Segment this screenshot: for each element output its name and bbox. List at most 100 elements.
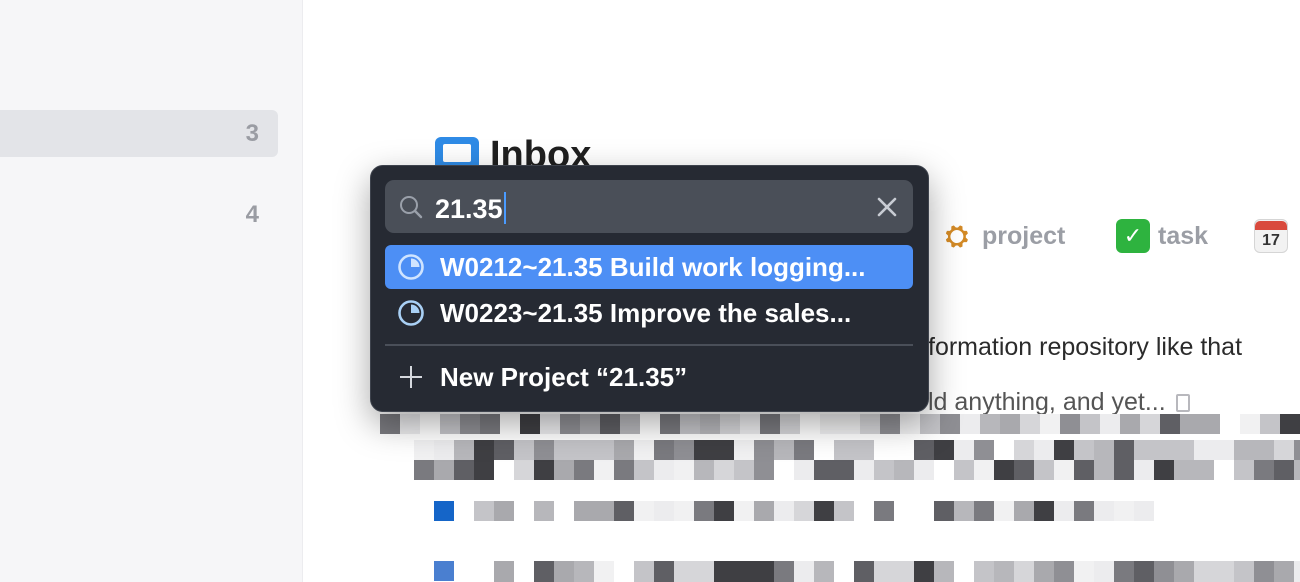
redacted-pixel: [534, 501, 554, 521]
redacted-pixel: [634, 561, 654, 582]
redacted-bullet: [434, 501, 454, 521]
redacted-pixel: [1294, 440, 1300, 460]
redacted-pixel: [874, 501, 894, 521]
redacted-pixel: [434, 460, 454, 480]
redacted-pixel: [580, 414, 600, 434]
redacted-pixel: [794, 501, 814, 521]
redacted-pixel: [754, 440, 774, 460]
redacted-pixel: [814, 561, 834, 582]
redacted-pixel: [1020, 414, 1040, 434]
tag-project[interactable]: ⛭ project: [940, 219, 1066, 253]
redacted-pixel: [520, 414, 540, 434]
redacted-pixel: [1174, 561, 1194, 582]
redacted-pixel: [634, 460, 654, 480]
redacted-pixel: [554, 440, 574, 460]
redacted-pixel: [734, 460, 754, 480]
redacted-pixel: [1294, 561, 1300, 582]
redacted-pixel: [794, 460, 814, 480]
redacted-pixel: [874, 561, 894, 582]
new-project-button[interactable]: New Project “21.35”: [385, 355, 913, 399]
redacted-pixel: [414, 460, 434, 480]
tag-task[interactable]: ✓ task: [1116, 219, 1208, 253]
redacted-pixel: [620, 414, 640, 434]
text-caret: [503, 192, 506, 224]
redacted-pixel: [774, 561, 794, 582]
redacted-pixel: [700, 414, 720, 434]
redacted-pixel: [1114, 440, 1134, 460]
redacted-pixel: [534, 460, 554, 480]
redacted-pixel: [614, 440, 634, 460]
redacted-pixel: [1260, 414, 1280, 434]
redacted-pixel: [540, 414, 560, 434]
redacted-pixel: [934, 440, 954, 460]
redacted-pixel: [880, 414, 900, 434]
redacted-pixel: [594, 501, 614, 521]
redacted-pixel: [1274, 440, 1294, 460]
sidebar: 3 4: [0, 0, 303, 582]
redacted-pixel: [1274, 561, 1294, 582]
sidebar-item-count: 4: [245, 200, 259, 228]
redacted-pixel: [894, 460, 914, 480]
redacted-pixel: [414, 440, 434, 460]
redacted-pixel: [900, 414, 920, 434]
project-icon: [398, 300, 424, 326]
redacted-pixel: [674, 440, 694, 460]
redacted-pixel: [860, 414, 880, 434]
redacted-pixel: [614, 460, 634, 480]
redacted-pixel: [514, 460, 534, 480]
search-icon: [400, 196, 423, 219]
redacted-pixel: [674, 561, 694, 582]
redacted-pixel: [840, 414, 860, 434]
redacted-pixel: [434, 440, 454, 460]
redacted-pixel: [694, 561, 714, 582]
redacted-pixel: [734, 440, 754, 460]
redacted-pixel: [794, 440, 814, 460]
redacted-pixel: [440, 414, 460, 434]
redacted-pixel: [1040, 414, 1060, 434]
redacted-pixel: [1140, 414, 1160, 434]
redacted-pixel: [494, 501, 514, 521]
redacted-pixel: [680, 414, 700, 434]
redacted-pixel: [1014, 440, 1034, 460]
close-icon[interactable]: [873, 193, 901, 221]
redacted-pixel: [400, 414, 420, 434]
sidebar-item[interactable]: 4: [0, 191, 278, 238]
redacted-pixel: [694, 460, 714, 480]
redacted-pixel: [1114, 501, 1134, 521]
redacted-pixel: [594, 561, 614, 582]
redacted-pixel: [1214, 561, 1234, 582]
construction-crane-icon: ⛭: [945, 219, 969, 251]
redacted-pixel: [994, 460, 1014, 480]
redacted-pixel: [594, 440, 614, 460]
redacted-pixel: [534, 561, 554, 582]
redacted-pixel: [914, 561, 934, 582]
redacted-pixel: [494, 561, 514, 582]
redacted-pixel: [934, 561, 954, 582]
search-field[interactable]: 21.35: [385, 180, 913, 233]
checkmark-icon: ✓: [1116, 219, 1150, 253]
redacted-pixel: [1194, 460, 1214, 480]
redacted-pixel: [1254, 440, 1274, 460]
redacted-pixel: [674, 460, 694, 480]
sidebar-item-selected[interactable]: 3: [0, 110, 278, 157]
redacted-pixel: [1274, 460, 1294, 480]
redacted-pixel: [1154, 440, 1174, 460]
redacted-pixel: [1194, 440, 1214, 460]
redacted-pixel: [634, 440, 654, 460]
redacted-pixel: [740, 414, 760, 434]
redacted-pixel: [974, 501, 994, 521]
search-input[interactable]: 21.35: [435, 192, 506, 225]
search-result-item[interactable]: W0212~21.35 Build work logging...: [385, 245, 913, 289]
redacted-pixel: [834, 460, 854, 480]
redacted-pixel: [1094, 501, 1114, 521]
search-result-item[interactable]: W0223~21.35 Improve the sales...: [385, 291, 913, 335]
tag-calendar[interactable]: 17: [1254, 219, 1288, 253]
redacted-pixel: [660, 414, 680, 434]
redacted-pixel: [1094, 561, 1114, 582]
redacted-pixel: [914, 440, 934, 460]
redacted-pixel: [854, 561, 874, 582]
body-text-line: formation repository like that: [928, 333, 1243, 361]
redacted-pixel: [1060, 414, 1080, 434]
redacted-pixel: [780, 414, 800, 434]
redacted-pixel: [834, 440, 854, 460]
